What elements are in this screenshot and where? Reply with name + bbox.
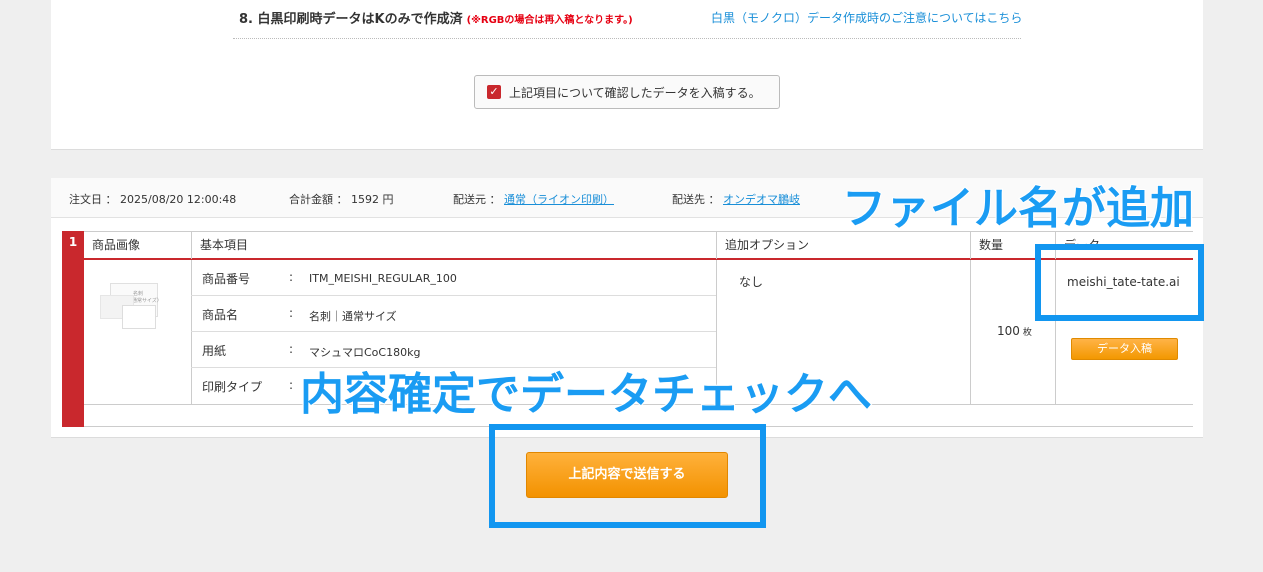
col-divider [970, 260, 971, 404]
basic-row-colon: : [289, 378, 294, 392]
basic-row-label: 商品番号 [202, 272, 251, 286]
ship-from-link[interactable]: 通常（ライオン印刷） [504, 193, 614, 206]
monochrome-notice-link[interactable]: 白黒（モノクロ）データ作成時のご注意についてはこちら [711, 9, 1022, 26]
quantity-value: 100 枚 [997, 324, 1032, 338]
confirmation-panel: 8. 白黒印刷時データはKのみで作成済 (※RGBの場合は再入稿となります。) … [51, 0, 1203, 150]
product-thumbnail: 名刺 （通常サイズ） [100, 283, 162, 337]
annotation-box-filename [1035, 244, 1204, 321]
order-total: 合計金額 ： 1592 円 [289, 193, 394, 206]
basic-row-label: 商品名 [202, 308, 239, 322]
data-upload-button[interactable]: データ入稿 [1071, 338, 1178, 360]
annotation-text-filename-added: ファイル名が追加 [841, 182, 1195, 235]
check-item-8-title: 8. 白黒印刷時データはKのみで作成済 [239, 12, 463, 27]
ship-to: 配送先 ： オンデオマ鵬岐 [672, 193, 800, 206]
header-options: 追加オプション [716, 232, 970, 259]
checkbox-checked-icon[interactable]: ✓ [487, 85, 501, 99]
row-number: 1 [62, 231, 84, 427]
basic-row-product-number: 商品番号 : ITM_MEISHI_REGULAR_100 [191, 260, 716, 296]
order-date-value: 2025/08/20 12:00:48 [120, 193, 237, 206]
basic-row-colon: : [289, 270, 294, 284]
basic-row-colon: : [289, 306, 294, 320]
ship-to-label: 配送先 [672, 193, 705, 206]
order-date: 注文日 ： 2025/08/20 12:00:48 [69, 193, 237, 206]
confirm-checkbox-label[interactable]: 上記項目について確認したデータを入稿する。 [509, 84, 761, 101]
annotation-text-confirm-to-check: 内容確定でデータチェックへ [299, 368, 873, 421]
quantity-number: 100 [997, 324, 1020, 338]
order-date-label: 注文日 [69, 193, 102, 206]
options-value: なし [739, 275, 764, 289]
ship-from: 配送元 ： 通常（ライオン印刷） [453, 193, 614, 206]
thumbnail-card [122, 305, 156, 329]
confirm-checkbox-row[interactable]: ✓ 上記項目について確認したデータを入稿する。 [474, 75, 780, 109]
header-basic: 基本項目 [191, 232, 716, 259]
basic-row-label: 印刷タイプ [202, 380, 263, 394]
check-item-8-note: (※RGBの場合は再入稿となります。) [466, 15, 633, 26]
thumbnail-title: 名刺 [133, 291, 144, 297]
check-item-8: 8. 白黒印刷時データはKのみで作成済 (※RGBの場合は再入稿となります。) [239, 8, 633, 27]
order-total-value: 1592 円 [351, 193, 394, 206]
quantity-unit: 枚 [1022, 328, 1032, 338]
divider [233, 38, 1021, 39]
basic-row-label: 用紙 [202, 344, 227, 358]
basic-row-product-name: 商品名 : 名刺｜通常サイズ [191, 296, 716, 332]
basic-row-value: 名刺｜通常サイズ [309, 310, 397, 323]
ship-to-link[interactable]: オンデオマ鵬岐 [723, 193, 800, 206]
annotation-box-submit [489, 424, 766, 528]
basic-row-colon: : [289, 342, 294, 356]
ship-from-label: 配送元 [453, 193, 486, 206]
basic-row-value: ITM_MEISHI_REGULAR_100 [309, 272, 457, 285]
header-image: 商品画像 [92, 238, 141, 252]
order-total-label: 合計金額 [289, 193, 333, 206]
